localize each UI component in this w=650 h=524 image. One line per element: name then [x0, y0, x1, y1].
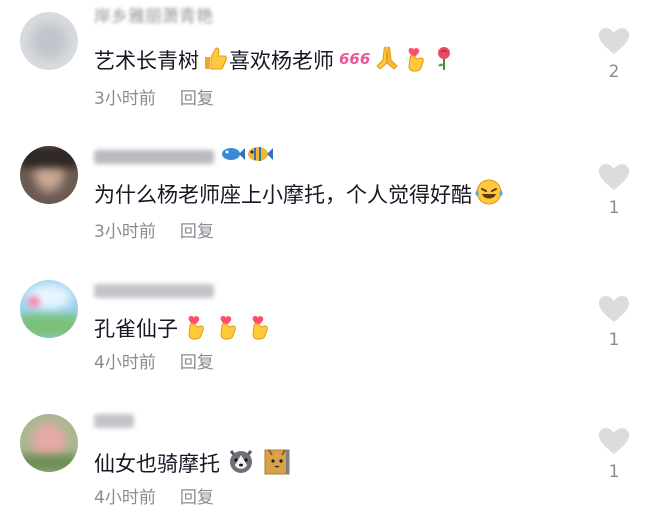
comment-text: 仙女也骑摩托 — [94, 446, 292, 484]
cat-icon — [262, 446, 292, 484]
comment-item: 孔雀仙子 4小时前 回复 1 — [0, 262, 650, 392]
heart-icon — [599, 428, 629, 454]
rose-icon — [432, 44, 456, 80]
comment-meta: 4小时前 回复 — [94, 486, 214, 510]
finger-heart-icon — [248, 312, 274, 348]
comment-item: 岸乡雅丽萧青艳 艺术长青树 喜欢杨老师 666 3小时前 回复 2 — [0, 0, 650, 130]
comment-text-part: 艺术长青树 — [94, 49, 199, 73]
comment-item: 为什么杨老师座上小摩托，个人觉得好酷 3小时前 回复 1 — [0, 130, 650, 260]
heart-icon — [599, 164, 629, 190]
svg-text:666: 666 — [339, 50, 370, 68]
like-button[interactable]: 2 — [594, 26, 634, 82]
comment-text-part: 仙女也骑摩托 — [94, 452, 220, 476]
like-count: 1 — [608, 462, 620, 482]
username[interactable] — [94, 280, 214, 302]
comment-text-part: 喜欢杨老师 — [229, 49, 334, 73]
username[interactable] — [94, 144, 274, 169]
blurred-username — [94, 414, 134, 428]
username[interactable]: 岸乡雅丽萧青艳 — [94, 6, 213, 28]
praying-hands-icon — [372, 44, 402, 80]
fish-icon — [221, 145, 246, 169]
comment-text: 孔雀仙子 — [94, 312, 274, 348]
username[interactable] — [94, 410, 134, 432]
husky-icon — [226, 447, 256, 483]
comment-meta: 3小时前 回复 — [94, 220, 214, 244]
reply-button[interactable]: 回复 — [180, 222, 214, 242]
666-icon: 666 — [338, 47, 370, 77]
timestamp: 4小时前 — [94, 353, 156, 373]
avatar[interactable] — [20, 280, 78, 338]
comment-text-part: 为什么杨老师座上小摩托，个人觉得好酷 — [94, 183, 472, 207]
tropical-fish-icon — [247, 144, 274, 170]
comment-meta: 3小时前 回复 — [94, 87, 214, 111]
like-button[interactable]: 1 — [594, 426, 634, 482]
like-button[interactable]: 1 — [594, 162, 634, 218]
avatar[interactable] — [20, 12, 78, 70]
avatar[interactable] — [20, 146, 78, 204]
comment-meta: 4小时前 回复 — [94, 351, 214, 375]
comment-item: 仙女也骑摩托 4小时前 回复 1 — [0, 392, 650, 524]
timestamp: 4小时前 — [94, 488, 156, 508]
finger-heart-icon — [216, 312, 242, 348]
comment-text: 艺术长青树 喜欢杨老师 666 — [94, 44, 456, 80]
reply-button[interactable]: 回复 — [180, 89, 214, 109]
heart-icon — [599, 296, 629, 322]
comment-text: 为什么杨老师座上小摩托，个人觉得好酷 — [94, 178, 504, 214]
like-count: 2 — [608, 62, 620, 82]
like-count: 1 — [608, 330, 620, 350]
finger-heart-icon — [184, 312, 210, 348]
like-button[interactable]: 1 — [594, 294, 634, 350]
finger-heart-icon — [404, 44, 430, 80]
reply-button[interactable]: 回复 — [180, 353, 214, 373]
timestamp: 3小时前 — [94, 89, 156, 109]
reply-button[interactable]: 回复 — [180, 488, 214, 508]
like-count: 1 — [608, 198, 620, 218]
blurred-username — [94, 150, 214, 164]
heart-icon — [599, 28, 629, 54]
blurred-username — [94, 284, 214, 298]
timestamp: 3小时前 — [94, 222, 156, 242]
laughing-tears-icon — [474, 178, 504, 214]
comment-text-part: 孔雀仙子 — [94, 317, 178, 341]
avatar[interactable] — [20, 414, 78, 472]
thumbs-up-icon — [201, 44, 229, 80]
